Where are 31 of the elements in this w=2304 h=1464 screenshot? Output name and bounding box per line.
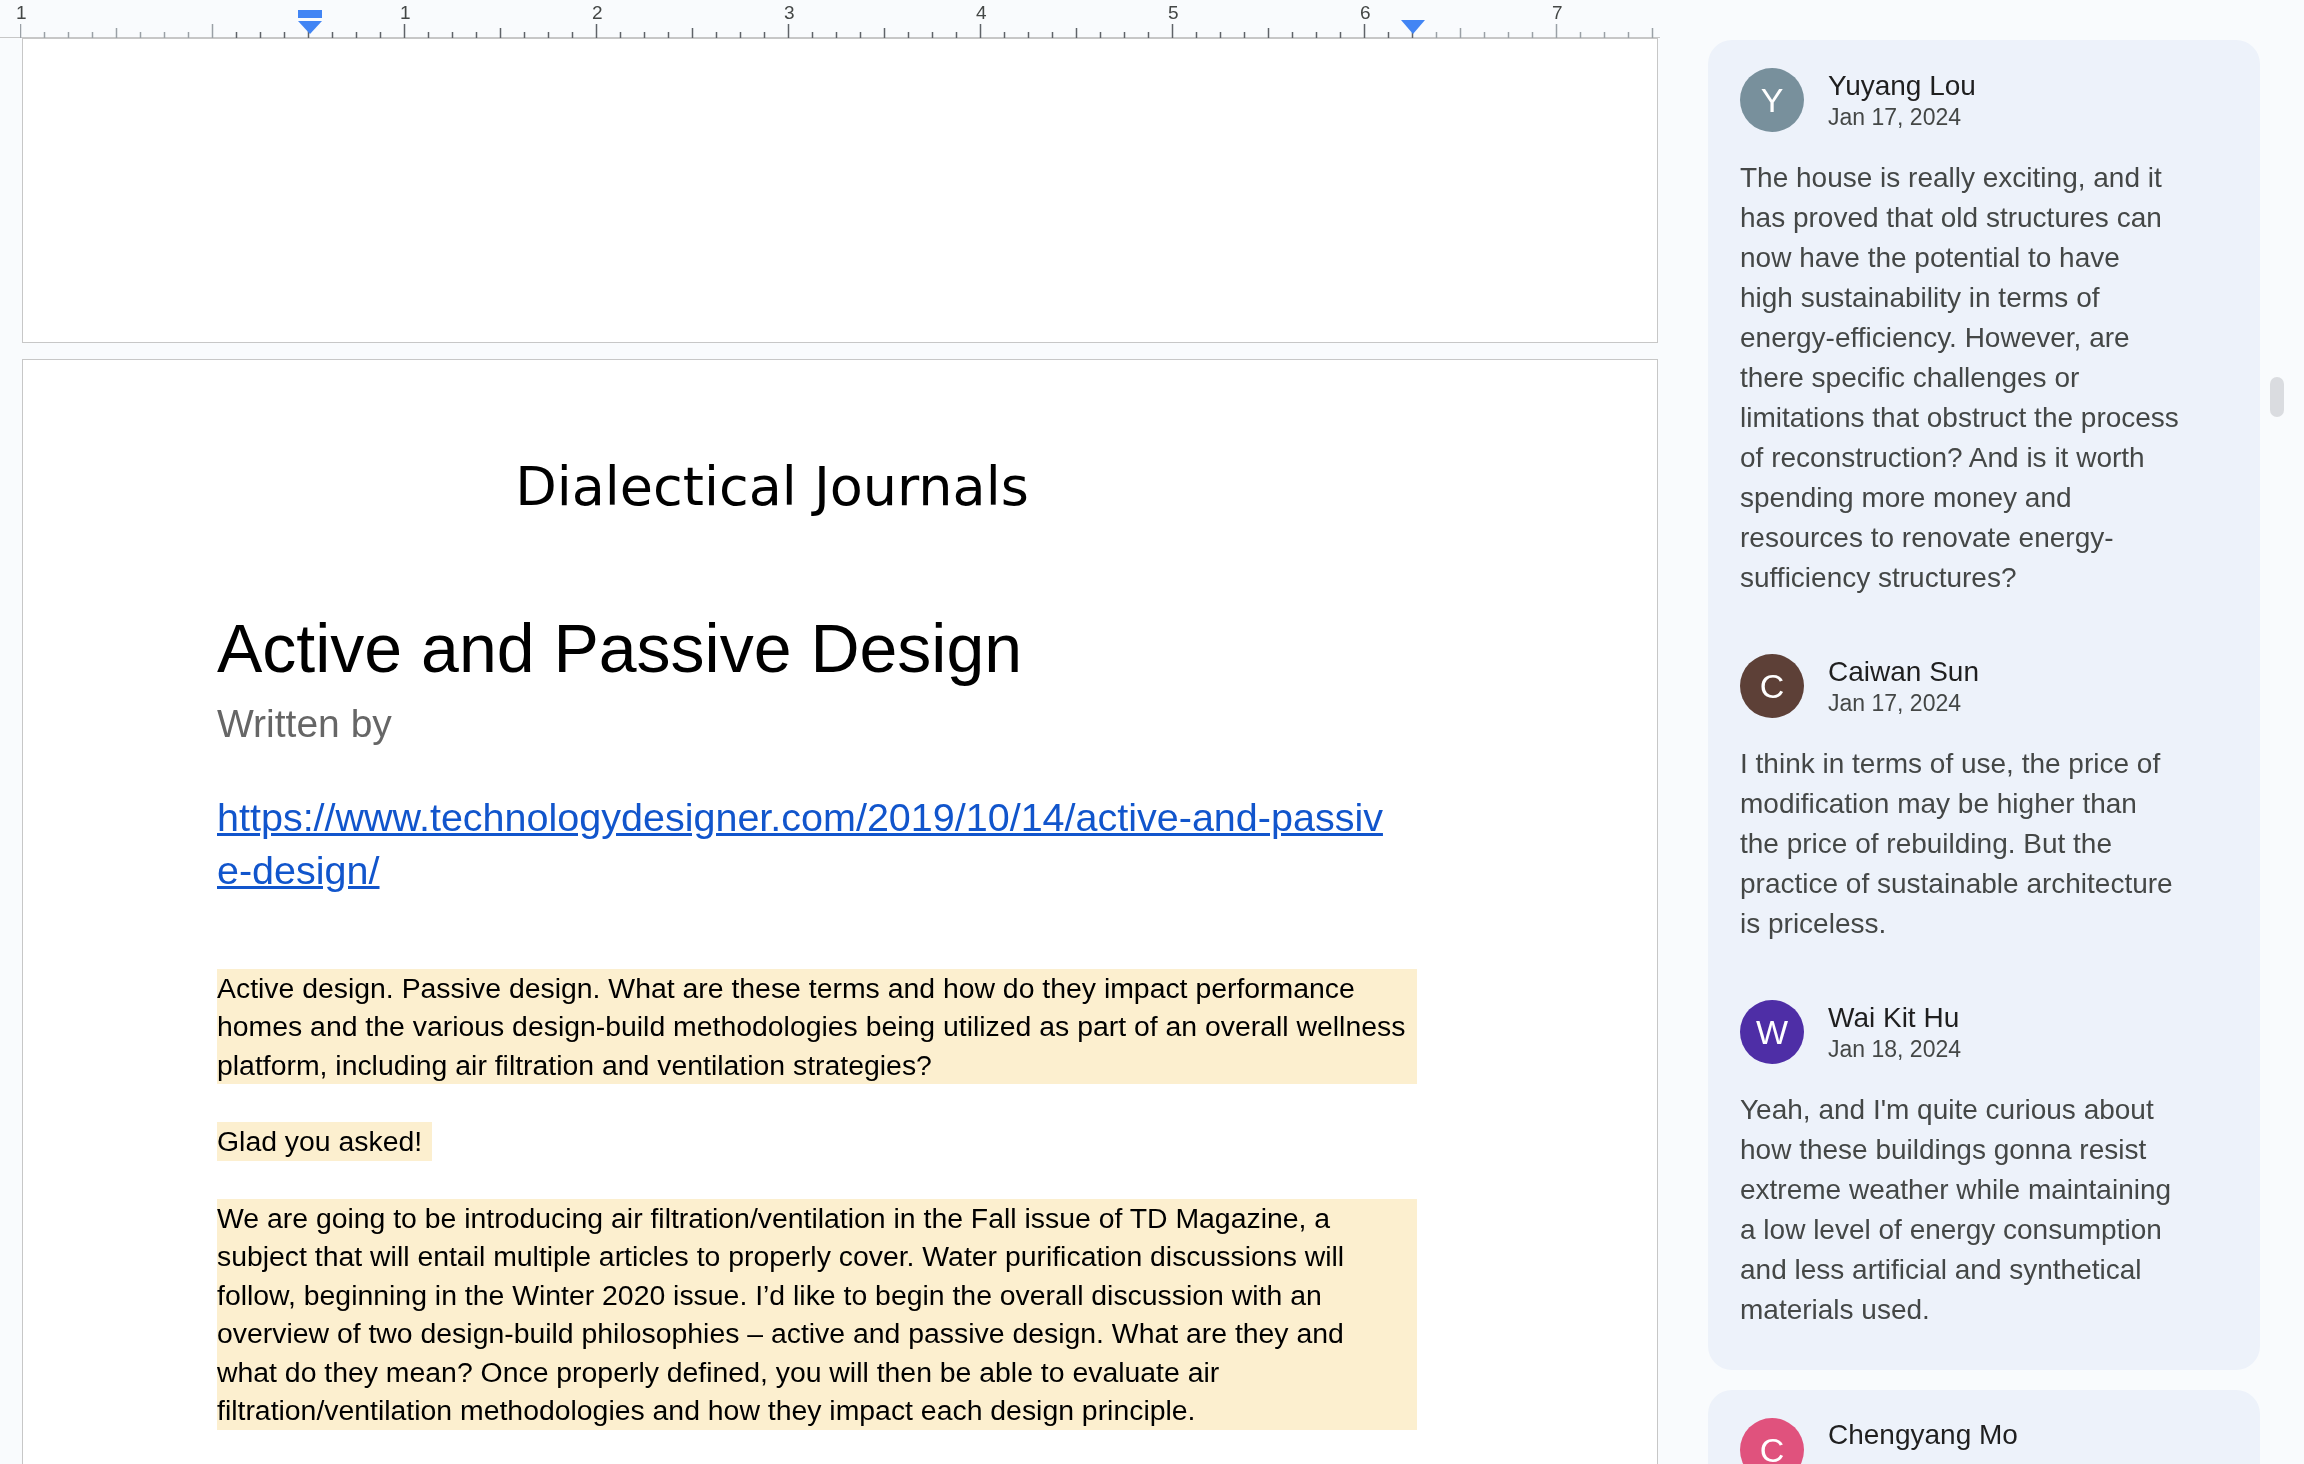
- ruler-number: 7: [1552, 3, 1563, 22]
- ruler-number: 3: [784, 3, 795, 22]
- scrollbar-thumb[interactable]: [2270, 377, 2284, 417]
- comment-text: The house is really exciting, and it has proved that old structures can now have the potential to have high sustainability in terms of energy-efficiency. However, are there specific challenges or limitations that obstruct the process of reconstruction? And is it worth spending more money and resources to renovate energy-sufficiency structures?: [1740, 161, 2180, 595]
- author-name: Yuyang Lou: [1828, 69, 1976, 103]
- paragraph: Glad you asked!: [217, 1122, 433, 1161]
- avatar: W: [1740, 1000, 1804, 1064]
- comment-date: Jan 17, 2024: [1828, 689, 1962, 717]
- author-name: Chengyang Mo: [1828, 1418, 2018, 1452]
- avatar: C: [1740, 654, 1804, 718]
- ruler-number: 6: [1360, 3, 1371, 22]
- paragraph: Active design. Passive design. What are these terms and how do they impact performance homes and the various design-build methodologies being utilized as part of an overall wellness platform, including air filtration and ventilation strategies?: [217, 968, 1417, 1085]
- avatar: C: [1740, 1418, 1804, 1464]
- author-name: Caiwan Sun: [1828, 655, 1979, 689]
- subtitle: Written by: [217, 701, 393, 747]
- link[interactable]: https://www.technologydesigner.com/2019/10/14/active-and-passive-design/: [217, 790, 1402, 897]
- comment-date: Jan 18, 2024: [1828, 1035, 1961, 1063]
- ruler-number: 5: [1168, 3, 1179, 22]
- ruler-number: 4: [976, 3, 987, 22]
- ruler-number: 2: [592, 3, 603, 22]
- avatar: Y: [1740, 68, 1804, 132]
- indent-marker-icon[interactable]: [297, 10, 323, 34]
- document-title: Dialectical Journals: [515, 460, 1029, 514]
- comment-text: I think in terms of use, the price of modification may be higher than the price of rebuilding. But the practice of sustainable architecture is priceless.: [1740, 747, 2174, 941]
- author-name: Wai Kit Hu: [1828, 1001, 1961, 1035]
- ruler-number: 1: [400, 3, 411, 22]
- right-indent-marker-icon[interactable]: [1400, 20, 1426, 34]
- comment-text: Yeah, and I'm quite curious about how these buildings gonna resist extreme weather while maintaining a low level of energy consumption and less artificial and synthetical materials used.: [1740, 1093, 2173, 1327]
- comment-date: Jan 17, 2024: [1828, 103, 1962, 131]
- paragraph: We are going to be introducing air filtration/ventilation in the Fall issue of TD Magazine, a subject that will entail multiple articles to properly cover. Water purification discussions will follow, beginning in the Winter 2020 issue. I’d like to begin the overall discussion with an overview of two design-build philosophies – active and passive design. What are they and what do they mean? Once properly defined, you will then be able to evaluate air filtration/ventilation methodologies and how they impact each design principle.: [217, 1198, 1417, 1430]
- ruler-number: 1: [16, 3, 27, 22]
